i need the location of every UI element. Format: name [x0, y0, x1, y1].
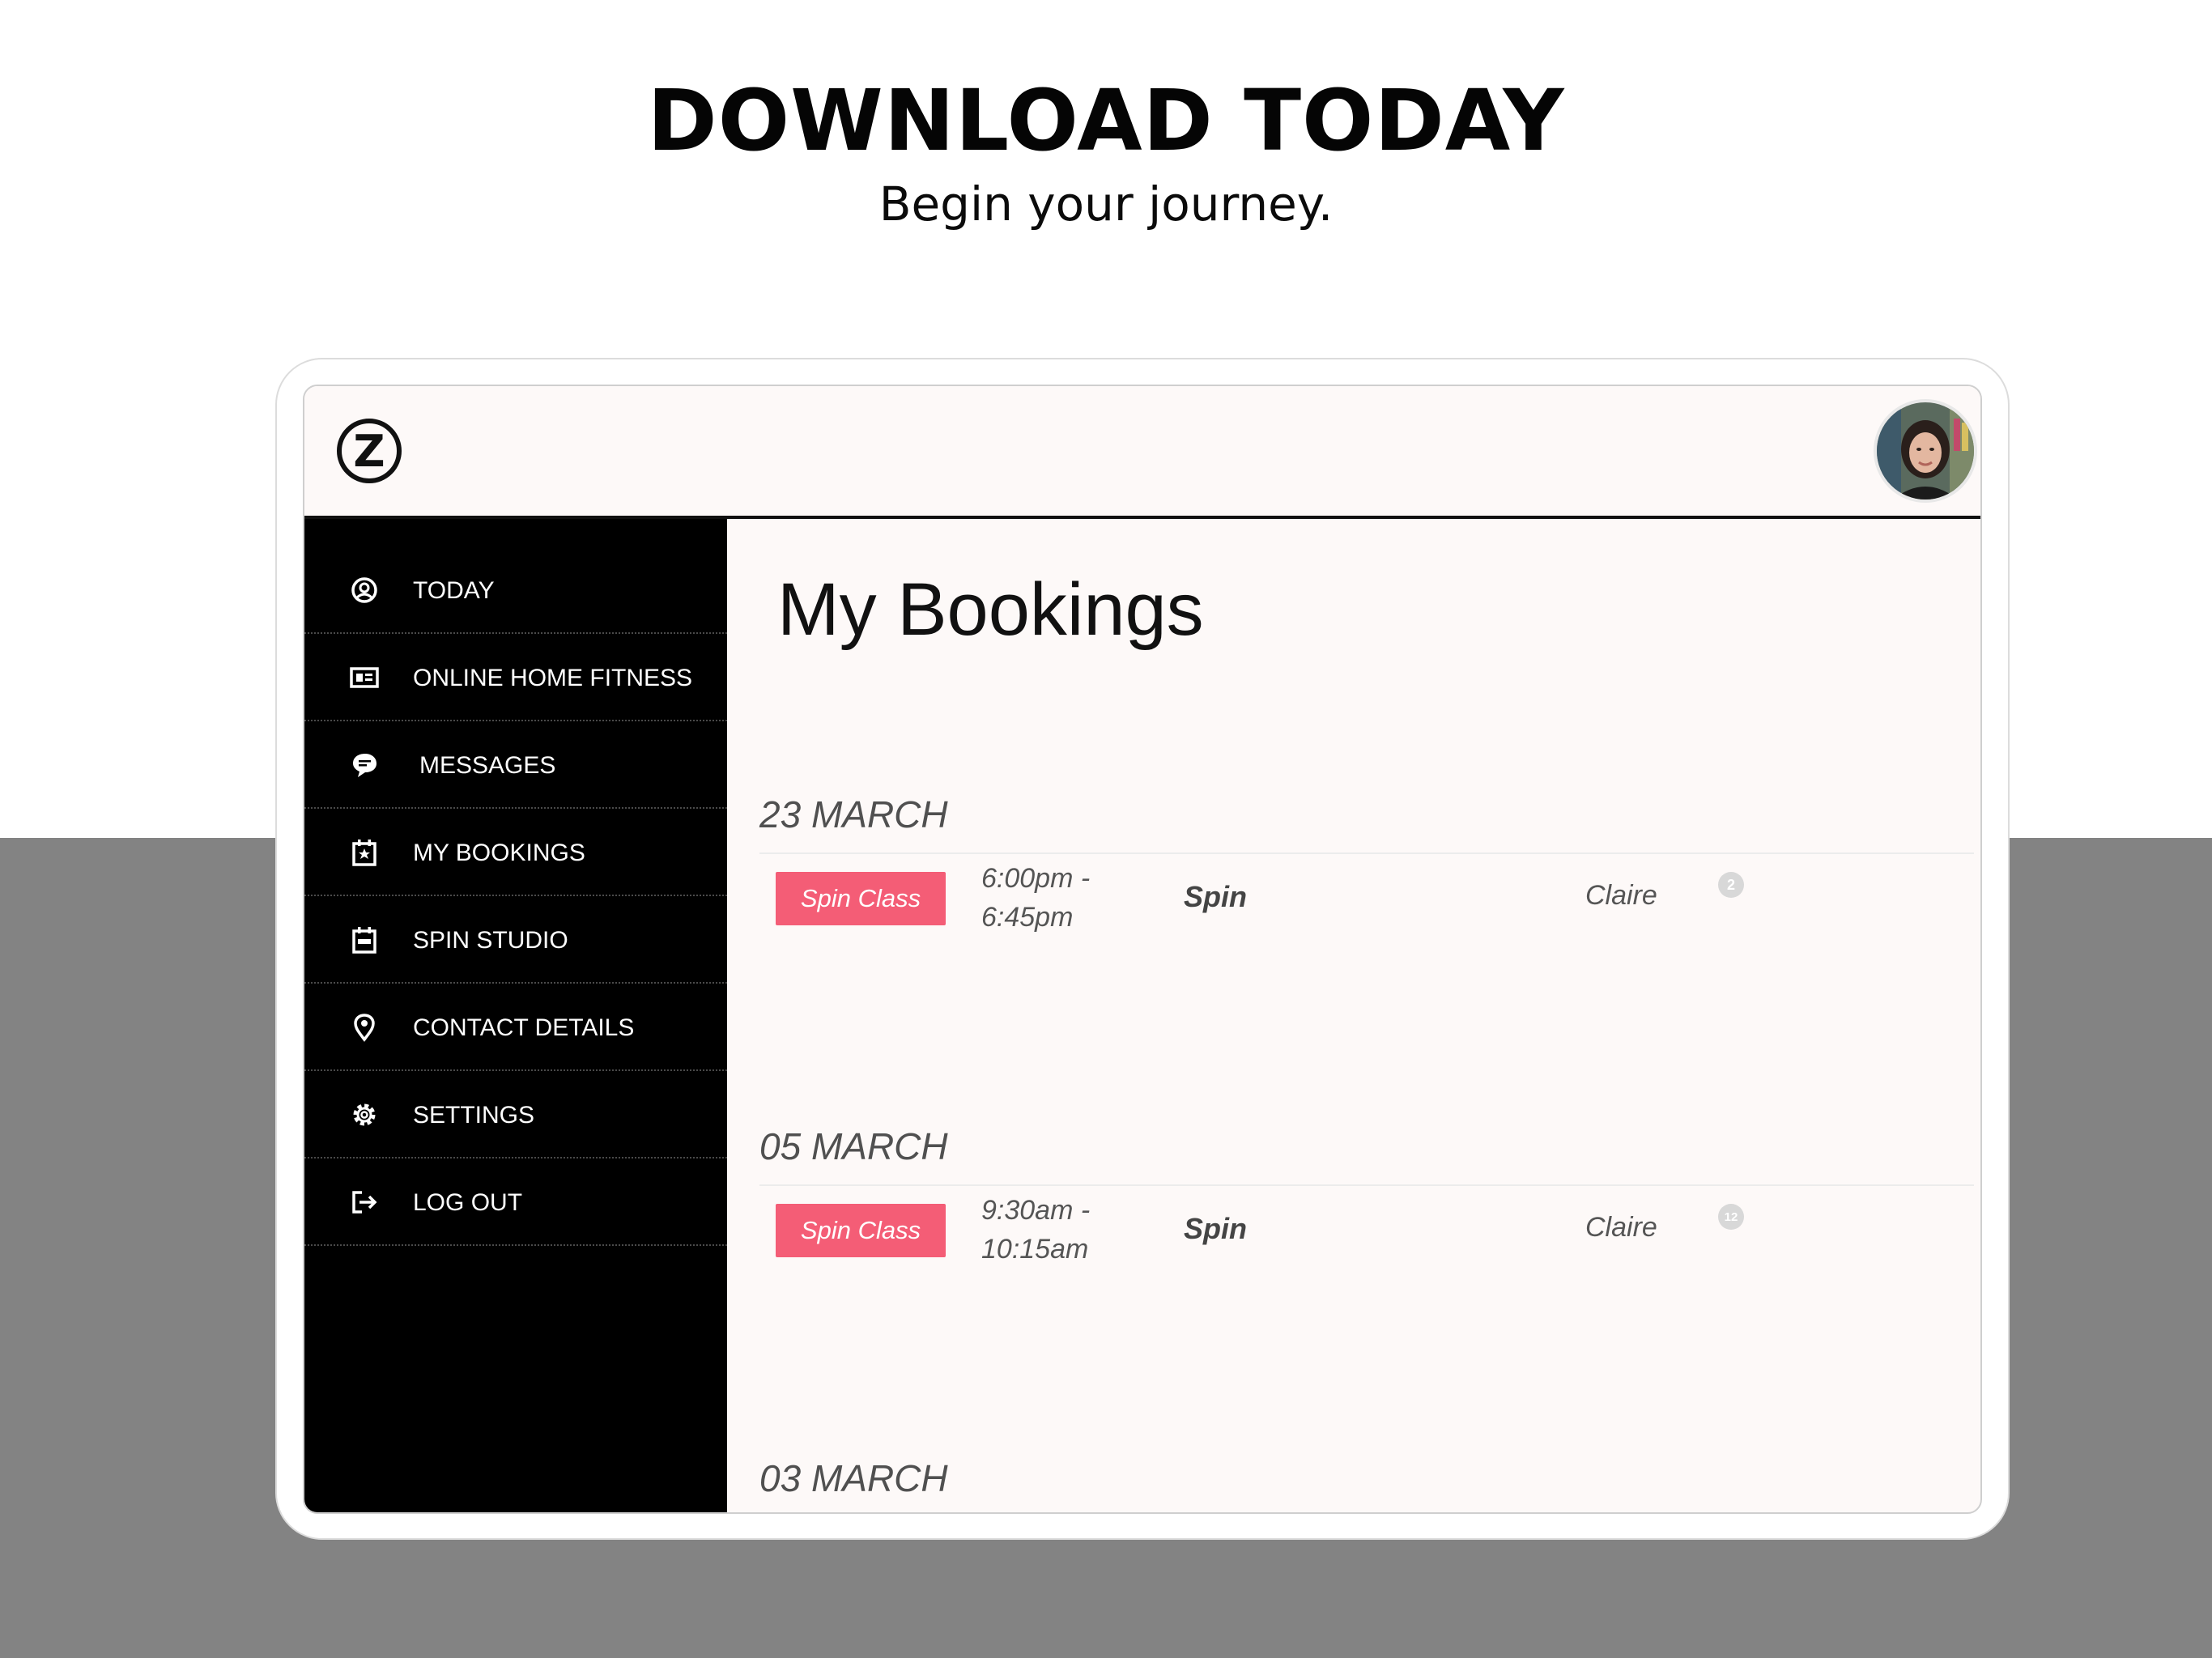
sidebar-item-settings[interactable]: SETTINGS	[304, 1071, 727, 1158]
chat-bubble-icon	[353, 754, 376, 777]
app-screen: Z TODAY ONLINE HOME FITNESS MESSAGES MY …	[303, 385, 1982, 1514]
booking-time: 9:30am - 10:15am	[981, 1191, 1090, 1269]
divider	[759, 1184, 1974, 1186]
sidebar-item-contact-details[interactable]: CONTACT DETAILS	[304, 984, 727, 1071]
booking-date-heading: 23 MARCH	[759, 793, 948, 835]
calendar-icon	[352, 927, 376, 954]
sidebar-item-online-home-fitness[interactable]: ONLINE HOME FITNESS	[304, 634, 727, 721]
sidebar-item-spin-studio[interactable]: SPIN STUDIO	[304, 896, 727, 984]
booking-time-start: 9:30am -	[981, 1195, 1091, 1226]
top-bar: Z	[304, 386, 1980, 519]
sidebar-item-my-bookings[interactable]: MY BOOKINGS	[304, 809, 727, 896]
avatar[interactable]	[1874, 399, 1977, 503]
video-card-icon	[350, 667, 379, 688]
logo-letter: Z	[353, 425, 385, 477]
sidebar-item-label: SETTINGS	[413, 1102, 535, 1129]
promo-headline: DOWNLOAD TODAY	[647, 71, 1565, 170]
sidebar-item-today[interactable]: TODAY	[304, 546, 727, 634]
avatar-photo	[1877, 402, 1974, 500]
sidebar-item-log-out[interactable]: LOG OUT	[304, 1158, 727, 1246]
sidebar: TODAY ONLINE HOME FITNESS MESSAGES MY BO…	[304, 519, 727, 1512]
app-logo[interactable]: Z	[337, 419, 402, 483]
sidebar-item-label: LOG OUT	[413, 1189, 523, 1216]
sidebar-item-messages[interactable]: MESSAGES	[304, 721, 727, 809]
booking-class-name: Spin	[1184, 880, 1247, 913]
booking-count-badge: 2	[1718, 872, 1744, 898]
logout-icon	[352, 1191, 377, 1214]
class-tag[interactable]: Spin Class	[776, 1204, 946, 1257]
booking-count-badge: 12	[1718, 1204, 1744, 1230]
gear-icon	[353, 1103, 376, 1126]
promo-subheadline: Begin your journey.	[878, 176, 1334, 232]
booking-date-heading: 03 MARCH	[759, 1457, 948, 1499]
booking-time-end: 6:45pm	[981, 902, 1074, 933]
sidebar-item-label: SPIN STUDIO	[413, 927, 568, 954]
map-pin-icon	[354, 1014, 375, 1042]
booking-time-start: 6:00pm -	[981, 863, 1091, 894]
booking-time: 6:00pm - 6:45pm	[981, 859, 1090, 937]
divider	[759, 852, 1974, 854]
sidebar-item-label: MESSAGES	[419, 752, 556, 779]
booking-instructor: Claire	[1585, 880, 1657, 911]
page-title: My Bookings	[777, 568, 1204, 651]
class-tag[interactable]: Spin Class	[776, 872, 946, 925]
booking-class-name: Spin	[1184, 1212, 1247, 1245]
main-content: My Bookings 23 MARCH Spin Class 6:00pm -…	[727, 519, 1980, 1512]
calendar-star-icon	[352, 840, 376, 866]
user-circle-icon	[351, 577, 377, 603]
booking-date-heading: 05 MARCH	[759, 1125, 948, 1167]
booking-instructor: Claire	[1585, 1212, 1657, 1243]
sidebar-item-label: MY BOOKINGS	[413, 840, 585, 866]
booking-time-end: 10:15am	[981, 1234, 1089, 1265]
sidebar-item-label: TODAY	[413, 577, 495, 604]
sidebar-item-label: CONTACT DETAILS	[413, 1014, 635, 1041]
sidebar-item-label: ONLINE HOME FITNESS	[413, 665, 693, 691]
